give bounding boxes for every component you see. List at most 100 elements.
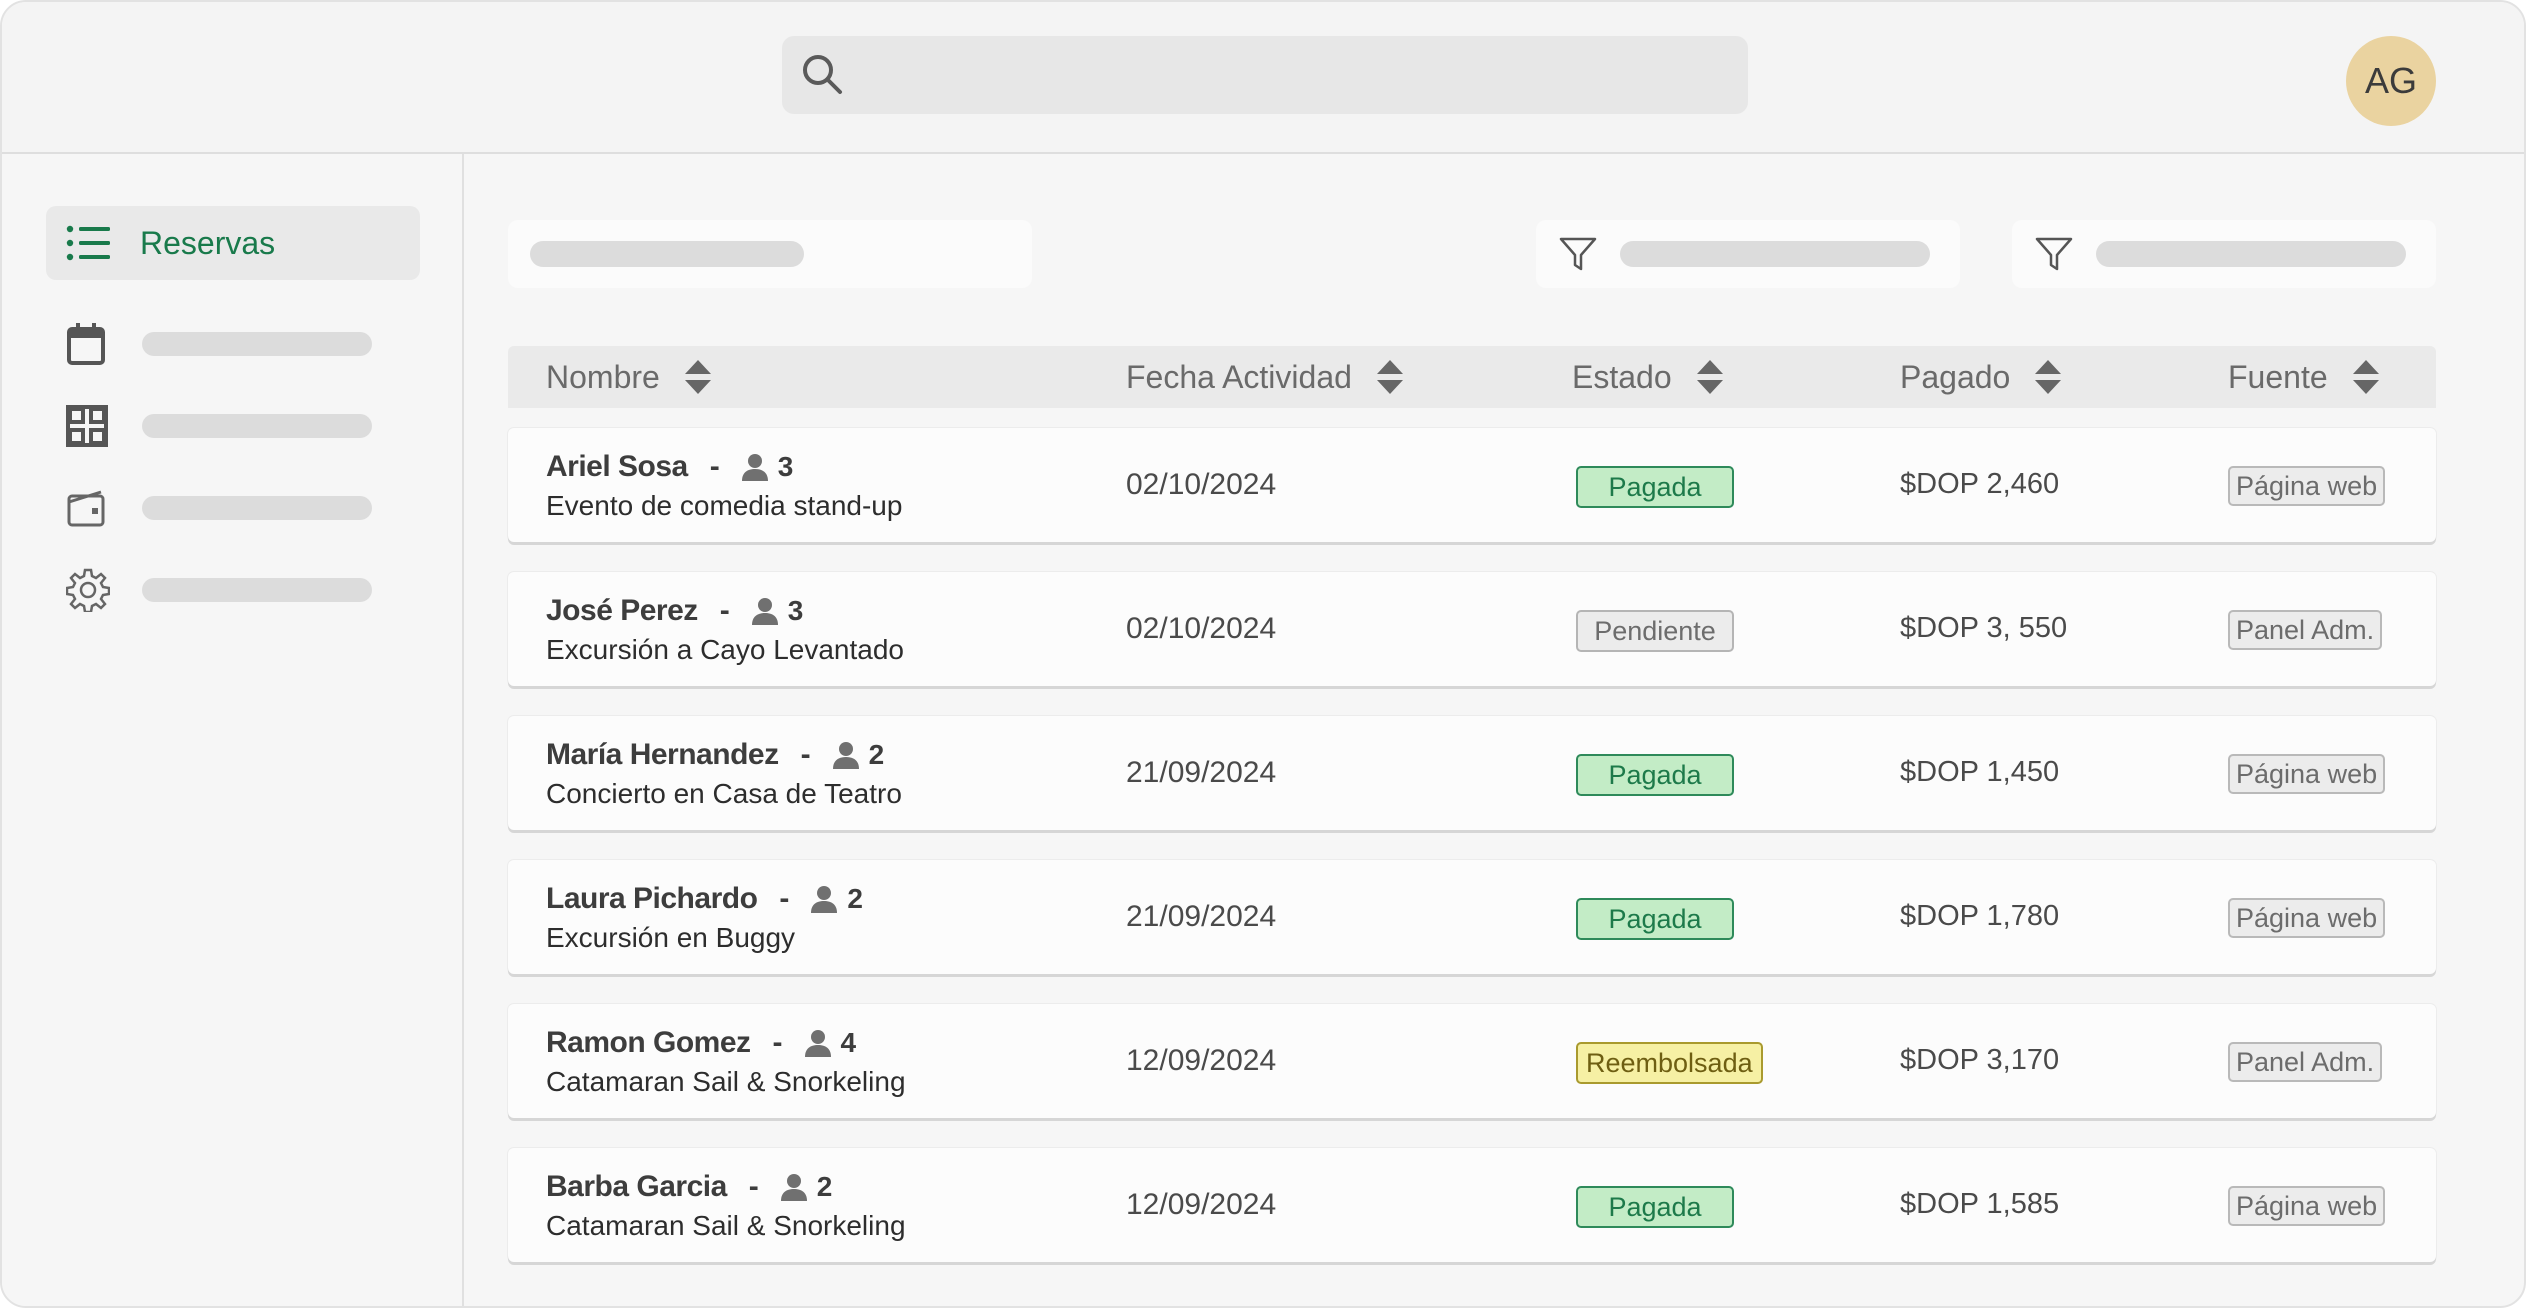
table-row[interactable]: Ramon Gomez - 4 Catamaran Sail & Snorkel… xyxy=(508,1004,2436,1118)
customer-name: José Perez xyxy=(546,594,698,627)
table-header: Nombre Fecha Actividad Estado Pagado Fue… xyxy=(508,346,2436,408)
sidebar-item-settings[interactable] xyxy=(66,566,386,614)
filter-box-2[interactable] xyxy=(2012,220,2436,288)
search-icon xyxy=(803,55,842,94)
column-label: Nombre xyxy=(546,358,660,395)
activity-date: 02/10/2024 xyxy=(1126,612,1277,645)
person-icon xyxy=(811,886,838,913)
column-header-estado[interactable]: Estado xyxy=(1572,346,1724,408)
column-header-pagado[interactable]: Pagado xyxy=(1900,346,2062,408)
people-count: 3 xyxy=(787,595,804,626)
paid-amount: $DOP 1,780 xyxy=(1900,900,2060,932)
activity-name: Evento de comedia stand-up xyxy=(546,490,903,521)
sidebar-item-placeholder xyxy=(142,414,372,438)
booking-name-line: Ariel Sosa - 3 xyxy=(546,450,793,484)
table-row[interactable]: María Hernandez - 2 Concierto en Casa de… xyxy=(508,716,2436,830)
activity-name: Catamaran Sail & Snorkeling xyxy=(546,1066,906,1097)
source-badge: Página web xyxy=(2228,898,2386,938)
sort-icon[interactable] xyxy=(2034,359,2062,395)
booking-name-line: José Perez - 3 xyxy=(546,594,803,628)
filter-placeholder xyxy=(1620,241,1930,267)
customer-name: Laura Pichardo xyxy=(546,882,758,915)
sort-icon[interactable] xyxy=(684,359,712,395)
source-badge: Página web xyxy=(2228,754,2386,794)
person-icon xyxy=(741,454,768,481)
column-header-nombre[interactable]: Nombre xyxy=(546,346,712,408)
filter-icon xyxy=(1559,237,1597,271)
people-count: 2 xyxy=(847,883,863,914)
source-badge: Panel Adm. xyxy=(2228,610,2383,650)
paid-amount: $DOP 3,170 xyxy=(1900,1044,2060,1076)
people-count: 2 xyxy=(816,1171,833,1202)
sort-icon[interactable] xyxy=(2352,359,2380,395)
people-count: 3 xyxy=(777,451,794,482)
booking-name-line: Laura Pichardo - 2 xyxy=(546,882,863,916)
activity-name: Concierto en Casa de Teatro xyxy=(546,778,902,809)
source-badge: Panel Adm. xyxy=(2228,1042,2383,1082)
activity-name: Catamaran Sail & Snorkeling xyxy=(546,1210,906,1241)
gear-icon xyxy=(66,568,110,612)
status-badge: Pagada xyxy=(1576,898,1734,940)
source-badge: Página web xyxy=(2228,466,2386,506)
booking-name-line: Barba Garcia - 2 xyxy=(546,1170,832,1204)
search-input[interactable] xyxy=(782,36,1748,114)
activity-date: 21/09/2024 xyxy=(1126,900,1277,933)
table-row[interactable]: Ariel Sosa - 3 Evento de comedia stand-u… xyxy=(508,428,2436,542)
search-filter-box[interactable] xyxy=(508,220,1032,288)
paid-amount: $DOP 1,450 xyxy=(1900,756,2060,788)
people-count: 4 xyxy=(840,1027,857,1058)
sidebar-item-wallet[interactable] xyxy=(66,484,386,532)
sidebar: Reservas xyxy=(2,154,464,1306)
status-badge: Reembolsada xyxy=(1576,1042,1763,1084)
activity-name: Excursión en Buggy xyxy=(546,922,796,953)
sidebar-item-grid[interactable] xyxy=(66,402,386,450)
grid-icon xyxy=(66,405,108,447)
separator: - xyxy=(709,450,720,483)
filter-placeholder xyxy=(530,241,804,267)
user-avatar[interactable]: AG xyxy=(2346,36,2436,126)
customer-name: María Hernandez xyxy=(546,738,779,771)
list-icon xyxy=(66,225,110,261)
filter-icon xyxy=(2035,237,2073,271)
separator: - xyxy=(719,594,730,627)
app-window: AG Reservas Nombre Fecha Actividad Estad… xyxy=(0,0,2526,1308)
status-badge: Pagada xyxy=(1576,466,1734,508)
table-row[interactable]: Barba Garcia - 2 Catamaran Sail & Snorke… xyxy=(508,1148,2436,1262)
person-icon xyxy=(804,1030,831,1057)
sidebar-item-reservas[interactable]: Reservas xyxy=(46,206,420,280)
table-row[interactable]: José Perez - 3 Excursión a Cayo Levantad… xyxy=(508,572,2436,686)
sidebar-item-calendar[interactable] xyxy=(66,320,386,368)
activity-date: 21/09/2024 xyxy=(1126,756,1277,789)
sidebar-item-placeholder xyxy=(142,332,372,356)
wallet-icon xyxy=(67,490,105,527)
column-header-fuente[interactable]: Fuente xyxy=(2228,346,2380,408)
column-label: Pagado xyxy=(1900,358,2011,395)
person-icon xyxy=(751,598,778,625)
activity-name: Excursión a Cayo Levantado xyxy=(546,634,904,665)
person-icon xyxy=(832,742,859,769)
separator: - xyxy=(779,882,790,915)
source-badge: Página web xyxy=(2228,1186,2386,1226)
activity-date: 12/09/2024 xyxy=(1126,1188,1277,1221)
separator: - xyxy=(748,1170,759,1203)
sidebar-item-placeholder xyxy=(142,496,372,520)
booking-name-line: Ramon Gomez - 4 xyxy=(546,1026,856,1060)
top-header: AG xyxy=(2,2,2524,154)
sort-icon[interactable] xyxy=(1376,359,1404,395)
separator: - xyxy=(772,1026,783,1059)
status-badge: Pagada xyxy=(1576,754,1734,796)
filter-placeholder xyxy=(2096,241,2406,267)
column-label: Fecha Actividad xyxy=(1126,358,1352,395)
column-header-fecha[interactable]: Fecha Actividad xyxy=(1126,346,1404,408)
table-row[interactable]: Laura Pichardo - 2 Excursión en Buggy 21… xyxy=(508,860,2436,974)
paid-amount: $DOP 1,585 xyxy=(1900,1188,2060,1220)
people-count: 2 xyxy=(868,739,885,770)
customer-name: Ariel Sosa xyxy=(546,450,688,483)
column-label: Fuente xyxy=(2228,358,2328,395)
filter-box-1[interactable] xyxy=(1536,220,1960,288)
booking-name-line: María Hernandez - 2 xyxy=(546,738,884,772)
sort-icon[interactable] xyxy=(1696,359,1724,395)
customer-name: Ramon Gomez xyxy=(546,1026,751,1059)
activity-date: 02/10/2024 xyxy=(1126,468,1277,501)
customer-name: Barba Garcia xyxy=(546,1170,727,1203)
